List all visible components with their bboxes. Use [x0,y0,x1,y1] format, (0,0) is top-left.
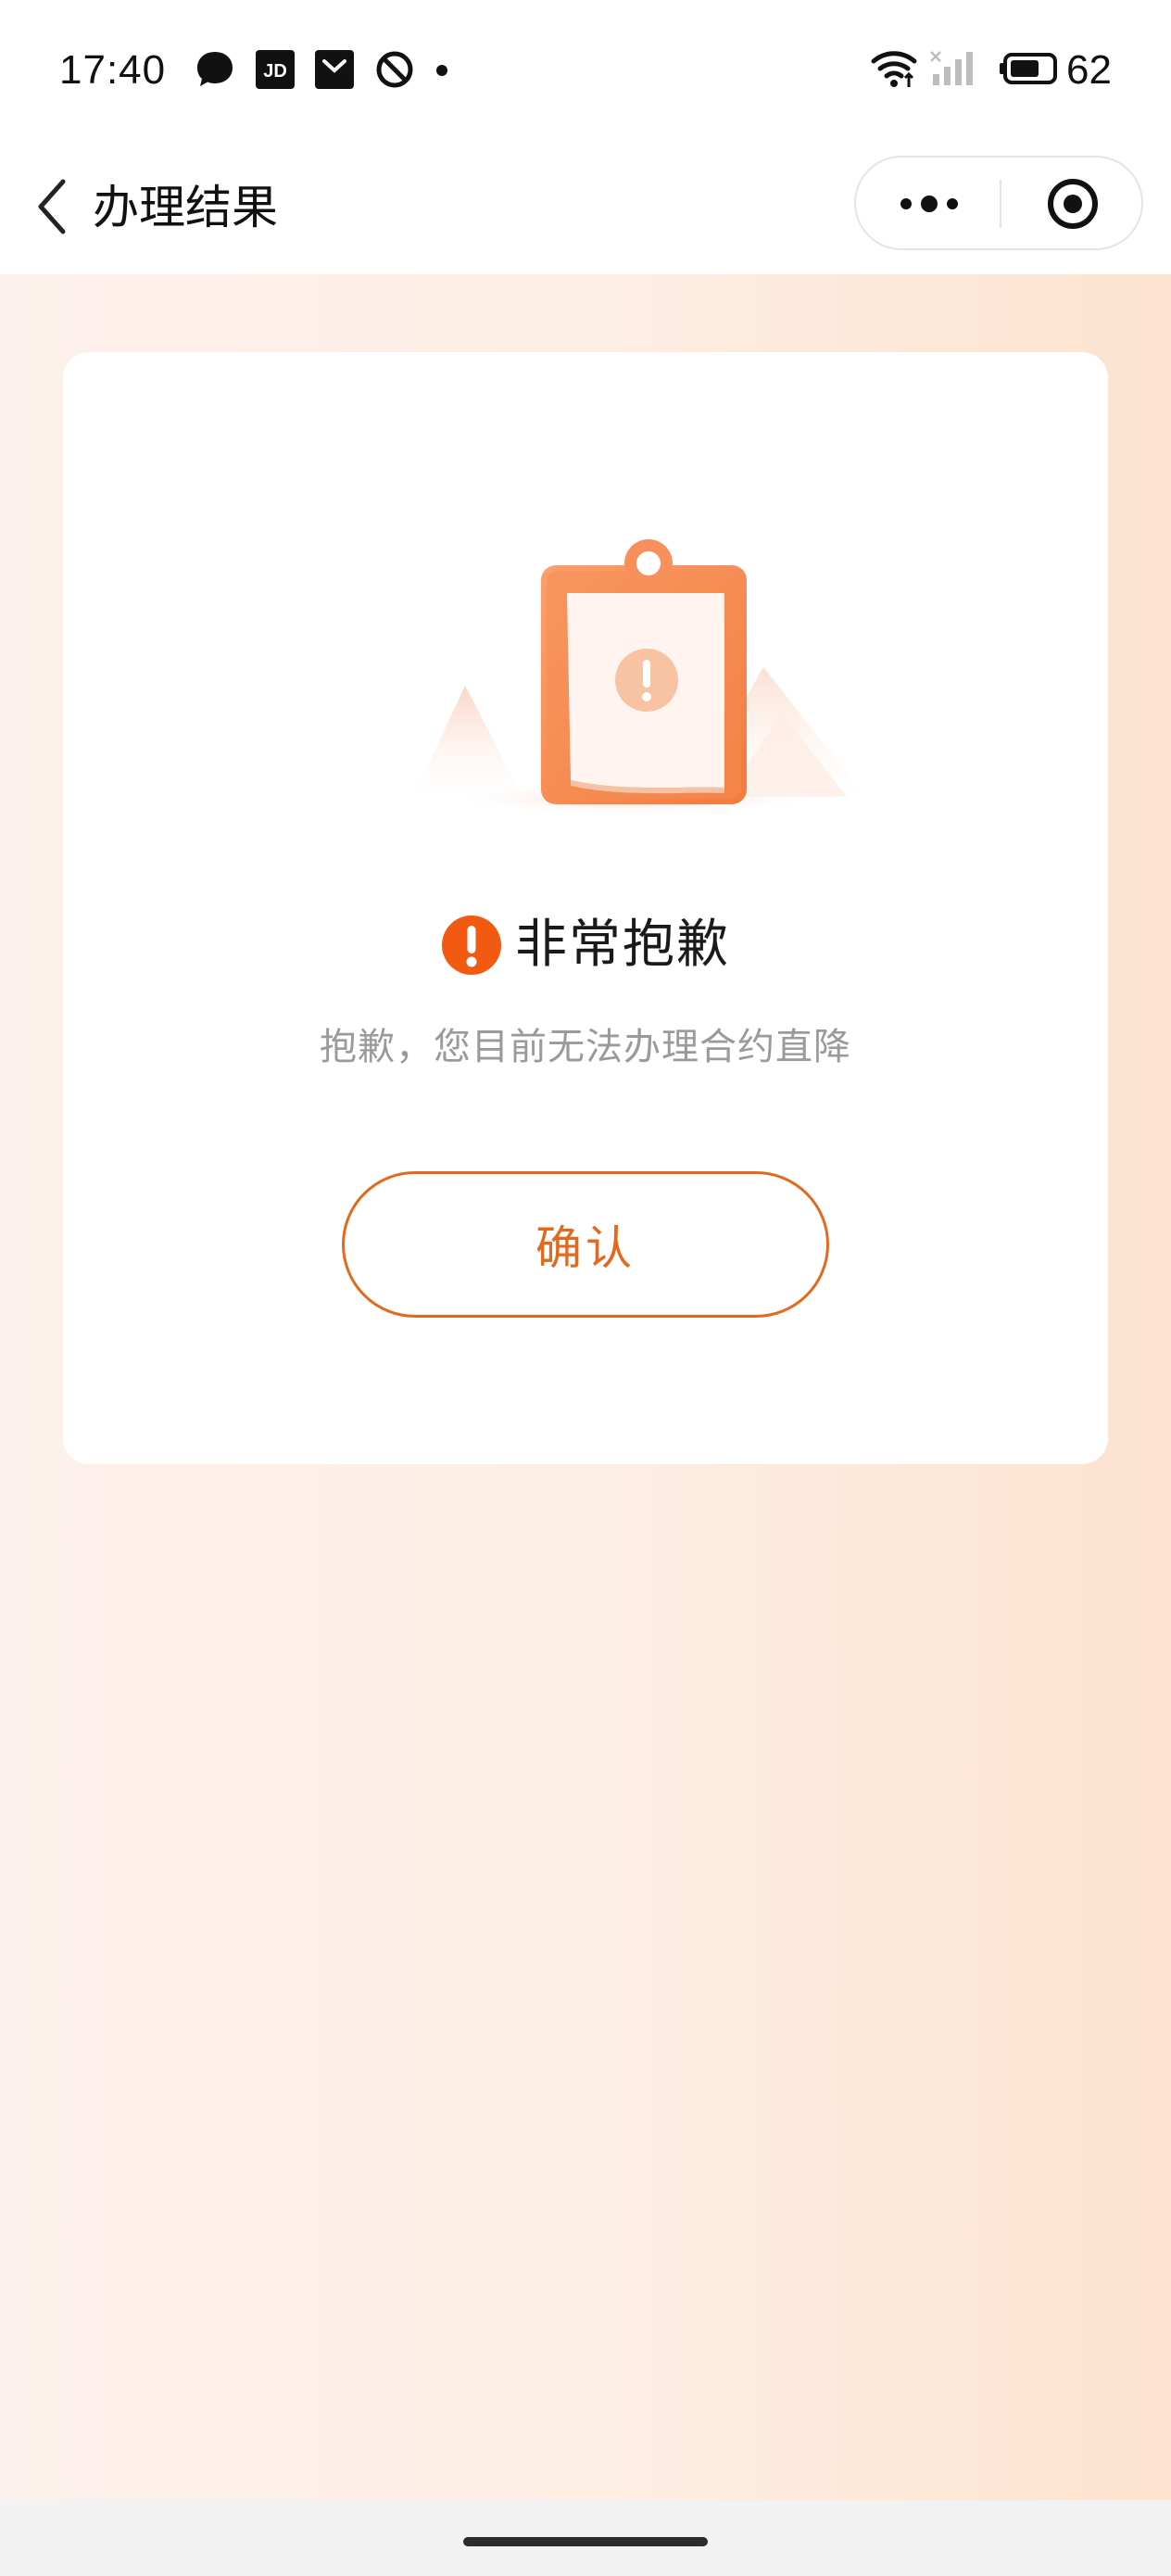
battery-icon [998,52,1058,89]
capsule-divider [1000,180,1001,228]
jd-label: JD [263,61,287,82]
notification-icons: JD [195,50,469,93]
chat-bubble-icon [195,49,235,94]
gesture-bar-area [0,2500,1171,2576]
status-time: 17:40 [59,47,167,93]
warning-icon [441,915,502,976]
shopping-bag-icon [315,50,354,93]
mini-program-capsule [854,156,1143,250]
signal-icon [929,48,977,93]
dot-icon [435,63,448,81]
target-circle-icon[interactable] [1045,176,1101,232]
clipboard-warning-illustration [411,537,875,825]
battery-percent: 62 [1066,47,1112,93]
nav-bar: 办理结果 [0,139,1171,274]
result-title-row: 非常抱歉 [63,910,1108,980]
home-indicator[interactable] [463,2537,708,2546]
result-description: 抱歉，您目前无法办理合约直降 [320,1026,851,1068]
jd-app-icon: JD [256,50,295,93]
confirm-button[interactable]: 确认 [342,1171,829,1318]
more-dots-icon[interactable] [897,182,962,226]
result-title: 非常抱歉 [515,915,730,975]
chevron-left-icon[interactable] [33,174,70,239]
result-card: 非常抱歉 抱歉，您目前无法办理合约直降 确认 [63,352,1108,1464]
do-not-disturb-icon [374,49,415,94]
page-title: 办理结果 [93,181,278,234]
status-right: 62 [870,44,1112,96]
wifi-icon [870,48,918,93]
status-bar: 17:40 JD 62 [0,0,1171,139]
